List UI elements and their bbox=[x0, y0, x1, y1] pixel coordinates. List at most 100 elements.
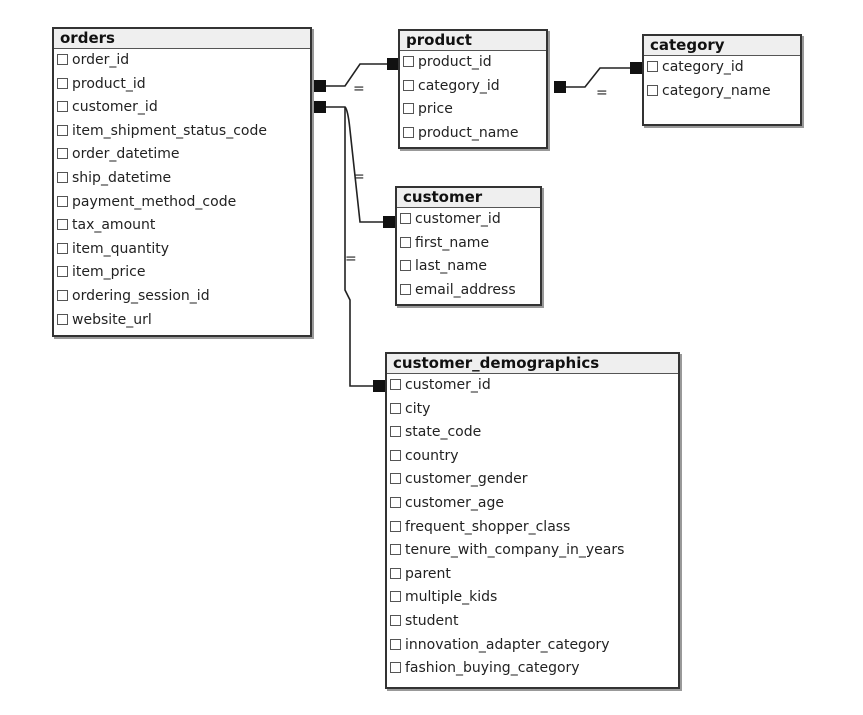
column-checkbox-icon[interactable] bbox=[400, 236, 411, 248]
rel-label: = bbox=[596, 85, 608, 101]
column-checkbox-icon[interactable] bbox=[403, 56, 414, 67]
column-checkbox-icon[interactable] bbox=[403, 126, 414, 138]
column-name: last_name bbox=[415, 258, 487, 275]
column-row[interactable]: order_id bbox=[54, 49, 310, 73]
column-checkbox-icon[interactable] bbox=[390, 496, 401, 508]
column-row[interactable]: item_shipment_status_code bbox=[54, 120, 310, 144]
column-name: item_price bbox=[72, 264, 146, 281]
column-checkbox-icon[interactable] bbox=[647, 84, 658, 96]
column-checkbox-icon[interactable] bbox=[390, 567, 401, 579]
column-checkbox-icon[interactable] bbox=[390, 402, 401, 414]
column-row[interactable]: last_name bbox=[397, 255, 540, 279]
column-row[interactable]: ship_datetime bbox=[54, 167, 310, 191]
column-checkbox-icon[interactable] bbox=[57, 313, 68, 325]
column-row[interactable]: product_id bbox=[54, 73, 310, 97]
column-checkbox-icon[interactable] bbox=[57, 77, 68, 89]
column-row[interactable]: customer_age bbox=[387, 492, 678, 516]
column-name: parent bbox=[405, 565, 451, 582]
column-row[interactable]: city bbox=[387, 398, 678, 422]
column-checkbox-icon[interactable] bbox=[390, 473, 401, 485]
column-row[interactable]: fashion_buying_category bbox=[387, 657, 678, 681]
table-category[interactable]: category category_id category_name bbox=[642, 34, 802, 126]
column-checkbox-icon[interactable] bbox=[390, 426, 401, 438]
column-row[interactable]: customer_gender bbox=[387, 468, 678, 492]
column-row[interactable]: student bbox=[387, 610, 678, 634]
column-name: first_name bbox=[415, 234, 490, 251]
column-checkbox-icon[interactable] bbox=[390, 449, 401, 461]
column-name: email_address bbox=[415, 281, 516, 298]
column-checkbox-icon[interactable] bbox=[57, 148, 68, 160]
table-customer-demographics[interactable]: customer_demographics customer_idcity stat… bbox=[385, 352, 680, 689]
column-row[interactable]: product_id bbox=[400, 51, 546, 75]
column-row[interactable]: product_name bbox=[400, 122, 546, 146]
column-checkbox-icon[interactable] bbox=[390, 638, 401, 650]
column-name: customer_gender bbox=[405, 471, 528, 488]
column-row[interactable]: customer_id bbox=[387, 374, 678, 398]
column-name: category_id bbox=[418, 77, 500, 94]
fk-marker bbox=[314, 80, 326, 92]
column-row[interactable]: category_id bbox=[400, 75, 546, 99]
table-title: category bbox=[644, 36, 800, 56]
column-row[interactable]: multiple_kids bbox=[387, 586, 678, 610]
column-row[interactable]: item_quantity bbox=[54, 238, 310, 262]
table-customer[interactable]: customer customer_id first_name last_name em… bbox=[395, 186, 542, 306]
column-name: customer_age bbox=[405, 494, 505, 511]
column-name: state_code bbox=[405, 424, 482, 441]
column-checkbox-icon[interactable] bbox=[390, 614, 401, 626]
column-name: website_url bbox=[72, 311, 152, 328]
column-checkbox-icon[interactable] bbox=[57, 54, 68, 65]
column-checkbox-icon[interactable] bbox=[57, 195, 68, 207]
column-checkbox-icon[interactable] bbox=[400, 283, 411, 295]
column-row[interactable]: frequent_shopper_class bbox=[387, 516, 678, 540]
column-checkbox-icon[interactable] bbox=[400, 213, 411, 224]
column-checkbox-icon[interactable] bbox=[57, 266, 68, 278]
column-checkbox-icon[interactable] bbox=[57, 124, 68, 136]
column-row[interactable]: innovation_adapter_category bbox=[387, 634, 678, 658]
pk-marker bbox=[373, 380, 385, 392]
rel-label: = bbox=[353, 169, 365, 185]
column-checkbox-icon[interactable] bbox=[390, 520, 401, 532]
column-checkbox-icon[interactable] bbox=[647, 61, 658, 72]
column-row[interactable]: website_url bbox=[54, 309, 310, 333]
column-row[interactable]: category_name bbox=[644, 80, 800, 104]
column-row[interactable]: order_datetime bbox=[54, 143, 310, 167]
table-title: product bbox=[400, 31, 546, 51]
column-row[interactable]: tax_amount bbox=[54, 214, 310, 238]
column-row[interactable]: customer_id bbox=[54, 96, 310, 120]
column-row[interactable]: first_name bbox=[397, 232, 540, 256]
table-orders[interactable]: orders order_id product_id customer_id item_… bbox=[52, 27, 312, 337]
column-name: customer_id bbox=[405, 377, 491, 393]
column-checkbox-icon[interactable] bbox=[400, 260, 411, 272]
column-name: customer_id bbox=[415, 211, 501, 227]
column-row[interactable]: parent bbox=[387, 563, 678, 587]
column-checkbox-icon[interactable] bbox=[390, 379, 401, 390]
table-title: customer_demographics bbox=[387, 354, 678, 374]
column-row[interactable]: country bbox=[387, 445, 678, 469]
column-row[interactable]: tenure_with_company_in_years bbox=[387, 539, 678, 563]
column-name: tenure_with_company_in_years bbox=[405, 542, 625, 559]
column-row[interactable]: price bbox=[400, 98, 546, 122]
fk-marker bbox=[314, 101, 326, 113]
column-row[interactable]: customer_id bbox=[397, 208, 540, 232]
column-row[interactable]: email_address bbox=[397, 279, 540, 303]
column-checkbox-icon[interactable] bbox=[57, 101, 68, 113]
column-row[interactable]: state_code bbox=[387, 421, 678, 445]
column-name: item_quantity bbox=[72, 240, 169, 257]
column-name: customer_id bbox=[72, 99, 158, 116]
table-product[interactable]: product product_id category_idprice product… bbox=[398, 29, 548, 149]
column-checkbox-icon[interactable] bbox=[403, 103, 414, 115]
column-checkbox-icon[interactable] bbox=[57, 219, 68, 231]
column-checkbox-icon[interactable] bbox=[57, 242, 68, 254]
column-row[interactable]: category_id bbox=[644, 56, 800, 80]
column-checkbox-icon[interactable] bbox=[390, 662, 401, 674]
column-checkbox-icon[interactable] bbox=[403, 79, 414, 91]
column-checkbox-icon[interactable] bbox=[390, 591, 401, 603]
column-name: ordering_session_id bbox=[72, 287, 210, 304]
column-row[interactable]: item_price bbox=[54, 261, 310, 285]
column-row[interactable]: payment_method_code bbox=[54, 191, 310, 215]
column-checkbox-icon[interactable] bbox=[57, 289, 68, 301]
column-row[interactable]: ordering_session_id bbox=[54, 285, 310, 309]
column-name: innovation_adapter_category bbox=[405, 636, 610, 653]
column-checkbox-icon[interactable] bbox=[390, 544, 401, 556]
column-checkbox-icon[interactable] bbox=[57, 171, 68, 183]
